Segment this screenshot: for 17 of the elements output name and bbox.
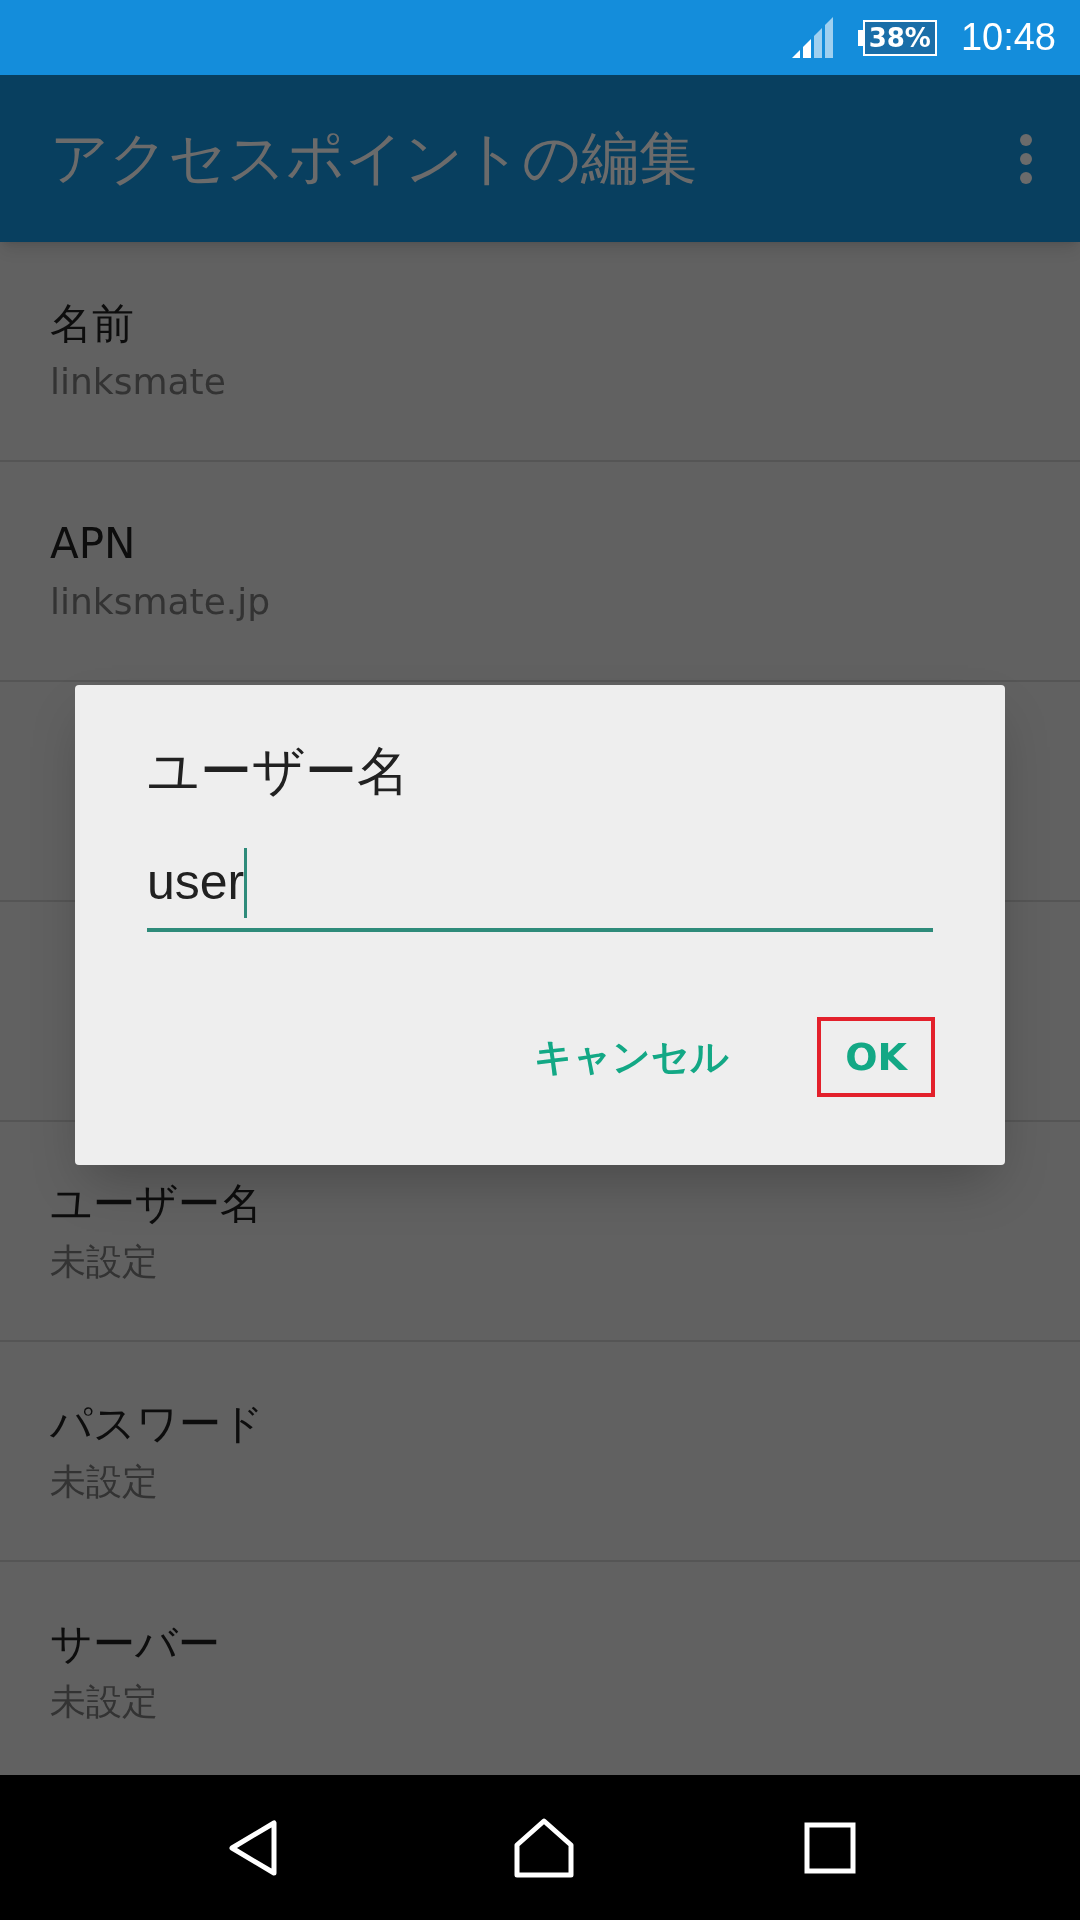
clock: 10:48 — [960, 15, 1056, 60]
input-field[interactable]: user — [147, 837, 933, 932]
setting-title: パスワード — [50, 1398, 265, 1451]
setting-title: サーバー — [50, 1618, 221, 1671]
input-value: user — [147, 853, 245, 912]
battery-terminal-icon — [857, 29, 863, 46]
setting-title: 名前 — [50, 298, 135, 351]
home-icon[interactable] — [513, 1816, 575, 1879]
dialog-button[interactable]: OK — [817, 1017, 935, 1097]
dialog-button[interactable]: キャンセル — [506, 1017, 758, 1097]
setting-title: ユーザー名 — [50, 1178, 263, 1231]
dialog-title: ユーザー名 — [147, 745, 410, 797]
battery-percent: 38% — [862, 19, 937, 56]
recents-icon[interactable] — [803, 1821, 856, 1874]
text-cursor — [244, 847, 248, 918]
screen-title: アクセスポイントの編集 — [50, 123, 697, 194]
setting-title: APN — [50, 518, 137, 571]
